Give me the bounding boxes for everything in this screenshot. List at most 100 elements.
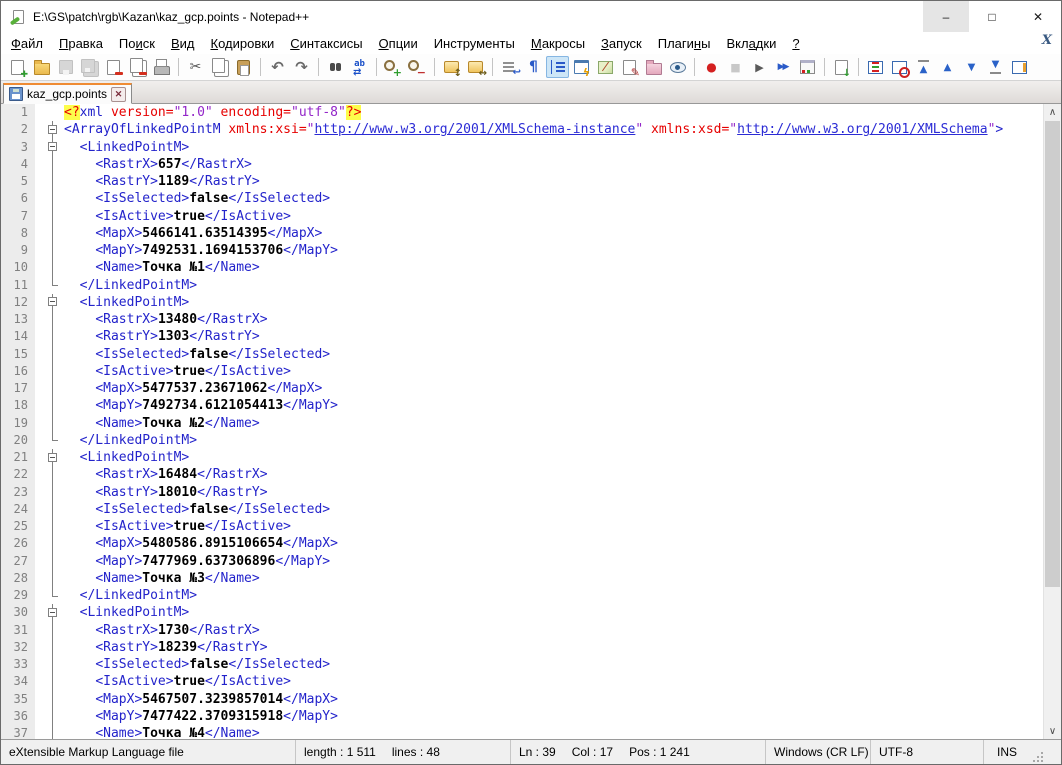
status-caret-position[interactable]: Ln : 39 Col : 17 Pos : 1 241 — [511, 740, 766, 764]
menu-item-edit[interactable]: Правка — [51, 34, 111, 53]
scroll-up-arrow-icon[interactable]: ∧ — [1044, 104, 1061, 120]
menu-item-tabs[interactable]: Вкладки — [718, 34, 784, 53]
code-text[interactable]: <IsActive>true</IsActive> — [62, 363, 1043, 380]
tab-kaz-gcp-points[interactable]: kaz_gcp.points — [3, 83, 132, 104]
code-text[interactable]: <LinkedPointM> — [62, 139, 1043, 156]
macro-play-icon[interactable] — [748, 56, 771, 78]
panel-view-icon[interactable] — [1008, 56, 1031, 78]
code-text[interactable]: <?xml version="1.0" encoding="utf-8"?> — [62, 104, 1043, 121]
code-text[interactable]: <MapX>5480586.8915106654</MapX> — [62, 535, 1043, 552]
code-text[interactable]: </LinkedPointM> — [62, 277, 1043, 294]
fold-all-icon[interactable] — [912, 56, 935, 78]
menu-item-encoding[interactable]: Кодировки — [202, 34, 282, 53]
code-text[interactable]: <RastrX>1730</RastrX> — [62, 622, 1043, 639]
menu-item-tools[interactable]: Инструменты — [426, 34, 523, 53]
macro-record-icon[interactable] — [700, 56, 723, 78]
code-text[interactable]: <MapX>5467507.3239857014</MapX> — [62, 691, 1043, 708]
undo-icon[interactable] — [266, 56, 289, 78]
code-text[interactable]: <Name>Точка №2</Name> — [62, 415, 1043, 432]
code-text[interactable]: <MapY>7492531.1694153706</MapY> — [62, 242, 1043, 259]
code-text[interactable]: <RastrY>18010</RastrY> — [62, 484, 1043, 501]
scrollbar-thumb[interactable] — [1045, 121, 1060, 587]
indent-guide-icon[interactable] — [546, 56, 569, 78]
sync-vertical-icon[interactable] — [440, 56, 463, 78]
code-text[interactable]: <MapY>7477969.637306896</MapY> — [62, 553, 1043, 570]
paste-icon[interactable] — [232, 56, 255, 78]
document-map-icon[interactable] — [594, 56, 617, 78]
word-wrap-icon[interactable] — [498, 56, 521, 78]
show-all-characters-icon[interactable] — [522, 56, 545, 78]
close-document-x[interactable]: X — [1042, 33, 1052, 48]
fold-toggle-box[interactable] — [44, 449, 62, 466]
zoom-in-icon[interactable] — [382, 56, 405, 78]
code-text[interactable]: <IsSelected>false</IsSelected> — [62, 190, 1043, 207]
status-encoding[interactable]: UTF-8 — [871, 740, 984, 764]
scroll-down-arrow-icon[interactable]: ∨ — [1044, 723, 1061, 739]
menu-item-file[interactable]: Файл — [3, 34, 51, 53]
menu-item-run[interactable]: Запуск — [593, 34, 650, 53]
menu-item-search[interactable]: Поиск — [111, 34, 163, 53]
menu-item-language[interactable]: Синтаксисы — [282, 34, 370, 53]
menu-item-macro[interactable]: Макросы — [523, 34, 593, 53]
list-remove-icon[interactable] — [888, 56, 911, 78]
code-text[interactable]: <RastrY>1189</RastrY> — [62, 173, 1043, 190]
doc-switcher-icon[interactable] — [830, 56, 853, 78]
code-text[interactable]: <IsSelected>false</IsSelected> — [62, 656, 1043, 673]
code-text[interactable]: <MapX>5477537.23671062</MapX> — [62, 380, 1043, 397]
code-text[interactable]: <RastrX>13480</RastrX> — [62, 311, 1043, 328]
fold-toggle-box[interactable] — [44, 121, 62, 138]
fold-toggle-box[interactable] — [44, 294, 62, 311]
cut-icon[interactable] — [184, 56, 207, 78]
code-text[interactable]: <IsActive>true</IsActive> — [62, 518, 1043, 535]
close-button[interactable]: ✕ — [1015, 1, 1061, 32]
menu-item-plugins[interactable]: Плагины — [650, 34, 719, 53]
code-text[interactable]: <Name>Точка №4</Name> — [62, 725, 1043, 739]
open-file-icon[interactable] — [30, 56, 53, 78]
code-text[interactable]: <MapX>5466141.63514395</MapX> — [62, 225, 1043, 242]
code-text[interactable]: <LinkedPointM> — [62, 294, 1043, 311]
code-text[interactable]: <IsSelected>false</IsSelected> — [62, 501, 1043, 518]
folder-as-workspace-icon[interactable] — [642, 56, 665, 78]
expand-level-icon[interactable] — [960, 56, 983, 78]
fold-toggle-box[interactable] — [44, 139, 62, 156]
maximize-button[interactable]: □ — [969, 1, 1015, 32]
tab-close-icon[interactable] — [111, 87, 126, 102]
resize-grip[interactable] — [1031, 750, 1043, 762]
close-file-icon[interactable] — [102, 56, 125, 78]
document-list-icon[interactable] — [618, 56, 641, 78]
redo-icon[interactable] — [290, 56, 313, 78]
menu-item-view[interactable]: Вид — [163, 34, 203, 53]
code-text[interactable]: <IsActive>true</IsActive> — [62, 208, 1043, 225]
macro-run-multiple-icon[interactable] — [772, 56, 795, 78]
replace-icon[interactable] — [348, 56, 371, 78]
menu-item-help[interactable]: ? — [784, 34, 807, 53]
code-text[interactable]: <LinkedPointM> — [62, 604, 1043, 621]
close-all-icon[interactable] — [126, 56, 149, 78]
code-text[interactable]: <RastrY>1303</RastrY> — [62, 328, 1043, 345]
collapse-level-icon[interactable] — [936, 56, 959, 78]
status-eol-format[interactable]: Windows (CR LF) — [766, 740, 871, 764]
menu-item-settings[interactable]: Опции — [371, 34, 426, 53]
code-text[interactable]: <IsActive>true</IsActive> — [62, 673, 1043, 690]
code-text[interactable]: <LinkedPointM> — [62, 449, 1043, 466]
vertical-scrollbar[interactable]: ∧ ∨ — [1043, 104, 1061, 739]
macro-save-icon[interactable] — [796, 56, 819, 78]
minimize-button[interactable]: – — [923, 1, 969, 32]
code-text[interactable]: <Name>Точка №1</Name> — [62, 259, 1043, 276]
fold-toggle-box[interactable] — [44, 604, 62, 621]
new-file-icon[interactable] — [6, 56, 29, 78]
sync-horizontal-icon[interactable] — [464, 56, 487, 78]
monitoring-icon[interactable] — [666, 56, 689, 78]
code-text[interactable]: <RastrX>657</RastrX> — [62, 156, 1043, 173]
code-text[interactable]: <ArrayOfLinkedPointM xmlns:xsi="http://w… — [62, 121, 1043, 138]
find-icon[interactable] — [324, 56, 347, 78]
udl-dialog-icon[interactable] — [570, 56, 593, 78]
code-text[interactable]: <MapY>7492734.6121054413</MapY> — [62, 397, 1043, 414]
code-text[interactable]: <RastrX>16484</RastrX> — [62, 466, 1043, 483]
copy-icon[interactable] — [208, 56, 231, 78]
code-text[interactable]: <IsSelected>false</IsSelected> — [62, 346, 1043, 363]
status-typing-mode[interactable]: INS — [984, 740, 1061, 764]
code-text[interactable]: <RastrY>18239</RastrY> — [62, 639, 1043, 656]
code-text[interactable]: <MapY>7477422.3709315918</MapY> — [62, 708, 1043, 725]
code-area[interactable]: 1<?xml version="1.0" encoding="utf-8"?>2… — [1, 104, 1043, 739]
